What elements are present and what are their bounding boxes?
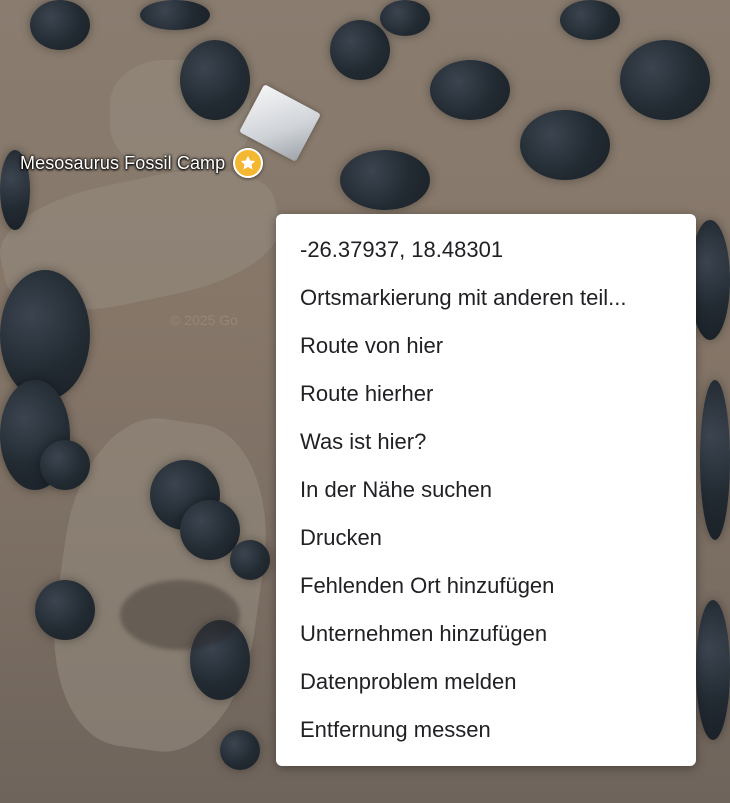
menu-item-directions-from[interactable]: Route von hier [276,322,696,370]
menu-item-print[interactable]: Drucken [276,514,696,562]
menu-item-add-missing-place[interactable]: Fehlenden Ort hinzufügen [276,562,696,610]
place-label[interactable]: Mesosaurus Fossil Camp [20,153,225,174]
menu-item-coordinates[interactable]: -26.37937, 18.48301 [276,226,696,274]
menu-item-whats-here[interactable]: Was ist hier? [276,418,696,466]
menu-item-search-nearby[interactable]: In der Nähe suchen [276,466,696,514]
menu-item-measure-distance[interactable]: Entfernung messen [276,706,696,754]
place-marker[interactable]: Mesosaurus Fossil Camp [20,148,264,178]
map-watermark: © 2025 Go [170,312,238,328]
context-menu: -26.37937, 18.48301 Ortsmarkierung mit a… [276,214,696,766]
menu-item-add-business[interactable]: Unternehmen hinzufügen [276,610,696,658]
menu-item-share-location[interactable]: Ortsmarkierung mit anderen teil... [276,274,696,322]
menu-item-report-data-problem[interactable]: Datenproblem melden [276,658,696,706]
menu-item-directions-to[interactable]: Route hierher [276,370,696,418]
star-icon[interactable] [233,148,264,178]
